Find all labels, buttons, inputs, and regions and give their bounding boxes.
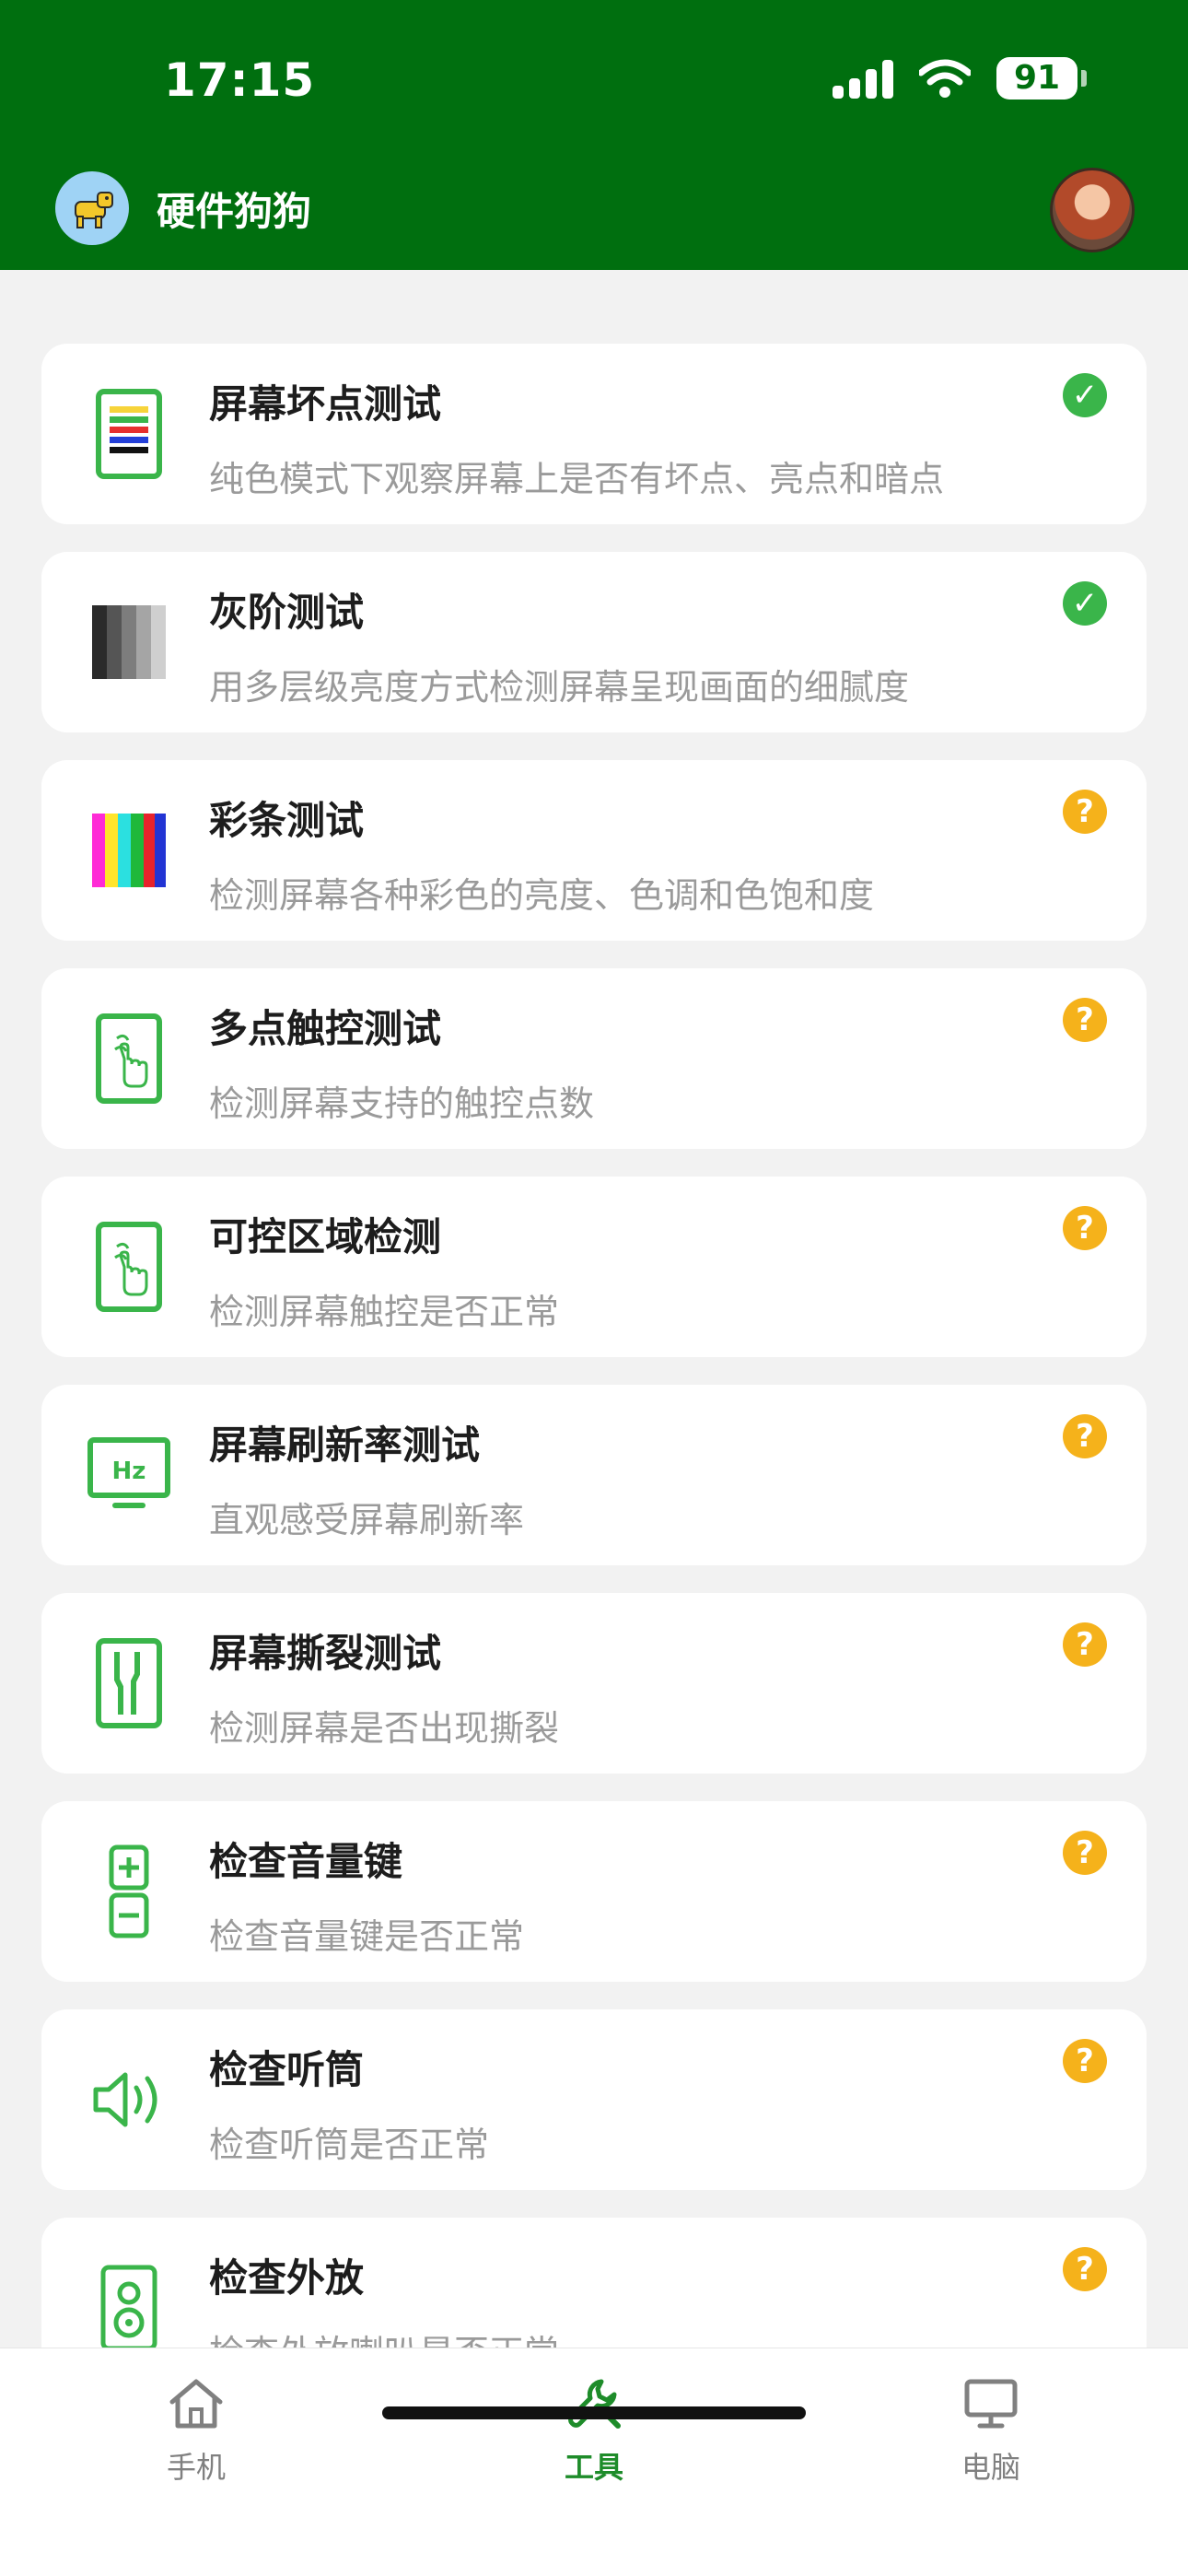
item-description: 检测屏幕触控是否正常 bbox=[209, 1292, 560, 1332]
list-item[interactable]: 检查音量键 检查音量键是否正常 ? bbox=[41, 1801, 1147, 1982]
tab-label: 工具 bbox=[564, 2450, 623, 2485]
wifi-icon bbox=[919, 59, 971, 98]
question-icon: ? bbox=[1063, 2039, 1107, 2083]
item-description: 直观感受屏幕刷新率 bbox=[209, 1500, 525, 1540]
item-title: 可控区域检测 bbox=[209, 1214, 442, 1259]
question-icon: ? bbox=[1063, 1622, 1107, 1667]
check-icon: ✓ bbox=[1063, 373, 1107, 417]
touch-area-icon bbox=[78, 1215, 180, 1318]
item-description: 检查音量键是否正常 bbox=[209, 1916, 525, 1957]
item-title: 屏幕撕裂测试 bbox=[209, 1631, 442, 1676]
color-bars-icon bbox=[78, 799, 180, 902]
item-description: 检查外放喇叭是否正常 bbox=[209, 2324, 559, 2348]
list-item[interactable]: 检查外放 检查外放喇叭是否正常 ? bbox=[41, 2218, 1147, 2348]
speaker-icon bbox=[78, 2256, 180, 2348]
item-title: 屏幕坏点测试 bbox=[209, 381, 442, 427]
question-icon: ? bbox=[1063, 790, 1107, 834]
question-icon: ? bbox=[1063, 998, 1107, 1042]
list-item[interactable]: 可控区域检测 检测屏幕触控是否正常 ? bbox=[41, 1177, 1147, 1357]
list-item[interactable]: 检查听筒 检查听筒是否正常 ? bbox=[41, 2009, 1147, 2190]
battery-indicator: 91 bbox=[996, 57, 1087, 100]
item-title: 检查音量键 bbox=[209, 1839, 403, 1884]
question-icon: ? bbox=[1063, 2247, 1107, 2291]
item-title: 灰阶测试 bbox=[209, 590, 365, 635]
svg-text:Hz: Hz bbox=[112, 1458, 146, 1485]
brand: 硬件狗狗 bbox=[55, 171, 311, 245]
item-title: 屏幕刷新率测试 bbox=[209, 1423, 481, 1468]
question-icon: ? bbox=[1063, 1414, 1107, 1458]
item-title: 检查听筒 bbox=[209, 2047, 365, 2092]
list-item[interactable]: 屏幕坏点测试 纯色模式下观察屏幕上是否有坏点、亮点和暗点 ✓ bbox=[41, 344, 1147, 524]
item-description: 用多层级亮度方式检测屏幕呈现画面的细腻度 bbox=[209, 667, 910, 708]
screen-tear-icon bbox=[78, 1632, 180, 1735]
grayscale-icon bbox=[78, 591, 180, 694]
earpiece-icon bbox=[78, 2048, 180, 2151]
app-title: 硬件狗狗 bbox=[157, 188, 312, 234]
list-item[interactable]: 屏幕撕裂测试 检测屏幕是否出现撕裂 ? bbox=[41, 1593, 1147, 1774]
monitor-icon bbox=[964, 2379, 1018, 2429]
dead-pixel-icon bbox=[78, 382, 180, 486]
question-icon: ? bbox=[1063, 1831, 1107, 1875]
item-title: 检查外放 bbox=[209, 2255, 365, 2301]
check-icon: ✓ bbox=[1063, 581, 1107, 626]
item-title: 彩条测试 bbox=[209, 798, 365, 843]
item-description: 检查听筒是否正常 bbox=[209, 2125, 490, 2165]
list-item[interactable]: Hz 屏幕刷新率测试 直观感受屏幕刷新率 ? bbox=[41, 1385, 1147, 1565]
tab-computer[interactable]: 电脑 bbox=[899, 2376, 1083, 2487]
dog-logo-icon bbox=[55, 171, 129, 245]
test-list: 屏幕坏点测试 纯色模式下观察屏幕上是否有坏点、亮点和暗点 ✓ 灰阶测试 用多层级… bbox=[41, 344, 1147, 2348]
wrench-icon bbox=[568, 2379, 621, 2429]
user-avatar[interactable] bbox=[1050, 168, 1135, 252]
status-icons: 91 bbox=[833, 57, 1087, 100]
list-item[interactable]: 灰阶测试 用多层级亮度方式检测屏幕呈现画面的细腻度 ✓ bbox=[41, 552, 1147, 732]
item-description: 纯色模式下观察屏幕上是否有坏点、亮点和暗点 bbox=[209, 459, 945, 499]
item-title: 多点触控测试 bbox=[209, 1006, 442, 1051]
home-icon bbox=[169, 2379, 223, 2429]
bottom-tab-bar: 手机 工具 电脑 bbox=[0, 2348, 1188, 2576]
item-description: 检测屏幕各种彩色的亮度、色调和色饱和度 bbox=[209, 875, 875, 916]
item-description: 检测屏幕是否出现撕裂 bbox=[209, 1708, 560, 1749]
tab-phone[interactable]: 手机 bbox=[104, 2376, 288, 2487]
home-indicator bbox=[382, 2406, 806, 2419]
tab-label: 电脑 bbox=[961, 2450, 1020, 2485]
status-time: 17:15 bbox=[164, 53, 316, 107]
item-description: 检测屏幕支持的触控点数 bbox=[209, 1083, 595, 1124]
app-header: 17:15 91 硬件狗狗 bbox=[0, 0, 1188, 270]
multi-touch-icon bbox=[78, 1007, 180, 1110]
list-item[interactable]: 彩条测试 检测屏幕各种彩色的亮度、色调和色饱和度 ? bbox=[41, 760, 1147, 941]
volume-keys-icon bbox=[78, 1840, 180, 1943]
question-icon: ? bbox=[1063, 1206, 1107, 1250]
refresh-rate-icon: Hz bbox=[78, 1423, 180, 1527]
cellular-signal-icon bbox=[833, 58, 893, 99]
tab-tools[interactable]: 工具 bbox=[502, 2376, 686, 2487]
tab-label: 手机 bbox=[166, 2450, 226, 2485]
list-item[interactable]: 多点触控测试 检测屏幕支持的触控点数 ? bbox=[41, 968, 1147, 1149]
